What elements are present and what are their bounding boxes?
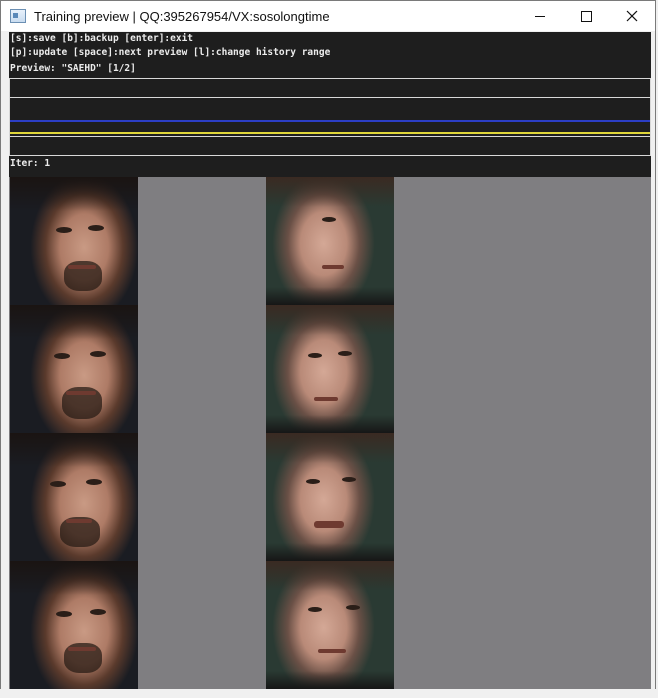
eye	[338, 351, 352, 356]
mouth	[318, 649, 346, 653]
destination-face-tile	[266, 561, 394, 689]
preview-grid	[9, 177, 651, 690]
destination-face-tile	[266, 433, 394, 561]
predicted-source-column	[138, 177, 266, 690]
eye	[56, 611, 72, 617]
iteration-status: Iter: 1	[9, 156, 651, 176]
graph-gridline	[9, 136, 651, 137]
source-face-tile	[10, 433, 138, 561]
eye	[322, 217, 336, 222]
hair	[10, 433, 138, 467]
title-bar[interactable]: Training preview | QQ:395267954/VX:sosol…	[1, 1, 655, 31]
mouth	[68, 647, 96, 651]
eye	[308, 353, 322, 358]
mouth	[314, 521, 344, 528]
help-panel: [s]:save [b]:backup [enter]:exit [p]:upd…	[9, 32, 651, 78]
preview-canvas[interactable]: [s]:save [b]:backup [enter]:exit [p]:upd…	[9, 32, 651, 690]
maximize-icon	[580, 10, 592, 22]
eye	[346, 605, 360, 610]
predicted-destination-column	[394, 177, 651, 690]
graph-gridline	[9, 97, 651, 98]
eye	[86, 479, 102, 485]
close-button[interactable]	[609, 1, 655, 31]
eye	[56, 227, 72, 233]
source-face-tile	[10, 177, 138, 305]
eye	[342, 477, 356, 482]
eye	[308, 607, 322, 612]
close-icon	[626, 10, 638, 22]
collar	[266, 671, 394, 689]
mouth	[68, 265, 96, 269]
collar	[266, 287, 394, 305]
collar	[266, 543, 394, 561]
hair	[10, 177, 138, 211]
desktop-edge	[0, 689, 658, 698]
hair	[266, 433, 394, 463]
hair	[10, 561, 138, 595]
eye	[88, 225, 104, 231]
window-title: Training preview | QQ:395267954/VX:sosol…	[34, 8, 330, 24]
window-app-icon	[10, 9, 26, 23]
hair	[266, 305, 394, 335]
mouth	[322, 265, 344, 269]
graph-border-left	[9, 78, 10, 156]
loss-series-dst	[10, 132, 650, 134]
eye	[90, 609, 106, 615]
destination-face-tile	[266, 177, 394, 305]
eye	[90, 351, 106, 357]
training-preview-window: Training preview | QQ:395267954/VX:sosol…	[0, 0, 656, 696]
minimize-button[interactable]	[517, 1, 563, 31]
collar	[266, 415, 394, 433]
maximize-button[interactable]	[563, 1, 609, 31]
iteration-counter: Iter: 1	[10, 158, 51, 169]
graph-border-top	[9, 78, 651, 79]
mouth	[66, 519, 92, 523]
loss-history-graph	[9, 78, 651, 156]
preview-name: Preview: "SAEHD" [1/2]	[10, 63, 136, 74]
help-line-keys-save: [s]:save [b]:backup [enter]:exit	[10, 33, 194, 44]
eye	[50, 481, 66, 487]
hair	[266, 561, 394, 591]
minimize-icon	[535, 15, 545, 17]
hair	[266, 177, 394, 207]
loss-series-src	[10, 120, 650, 122]
graph-border-right	[650, 78, 651, 156]
mouth	[314, 397, 338, 401]
help-line-keys-update: [p]:update [space]:next preview [l]:chan…	[10, 47, 331, 58]
eye	[54, 353, 70, 359]
window-controls	[517, 1, 655, 31]
mouth	[66, 391, 96, 395]
destination-face-tile	[266, 305, 394, 433]
source-face-tile	[10, 561, 138, 689]
hair	[10, 305, 138, 339]
source-face-tile	[10, 305, 138, 433]
eye	[306, 479, 320, 484]
